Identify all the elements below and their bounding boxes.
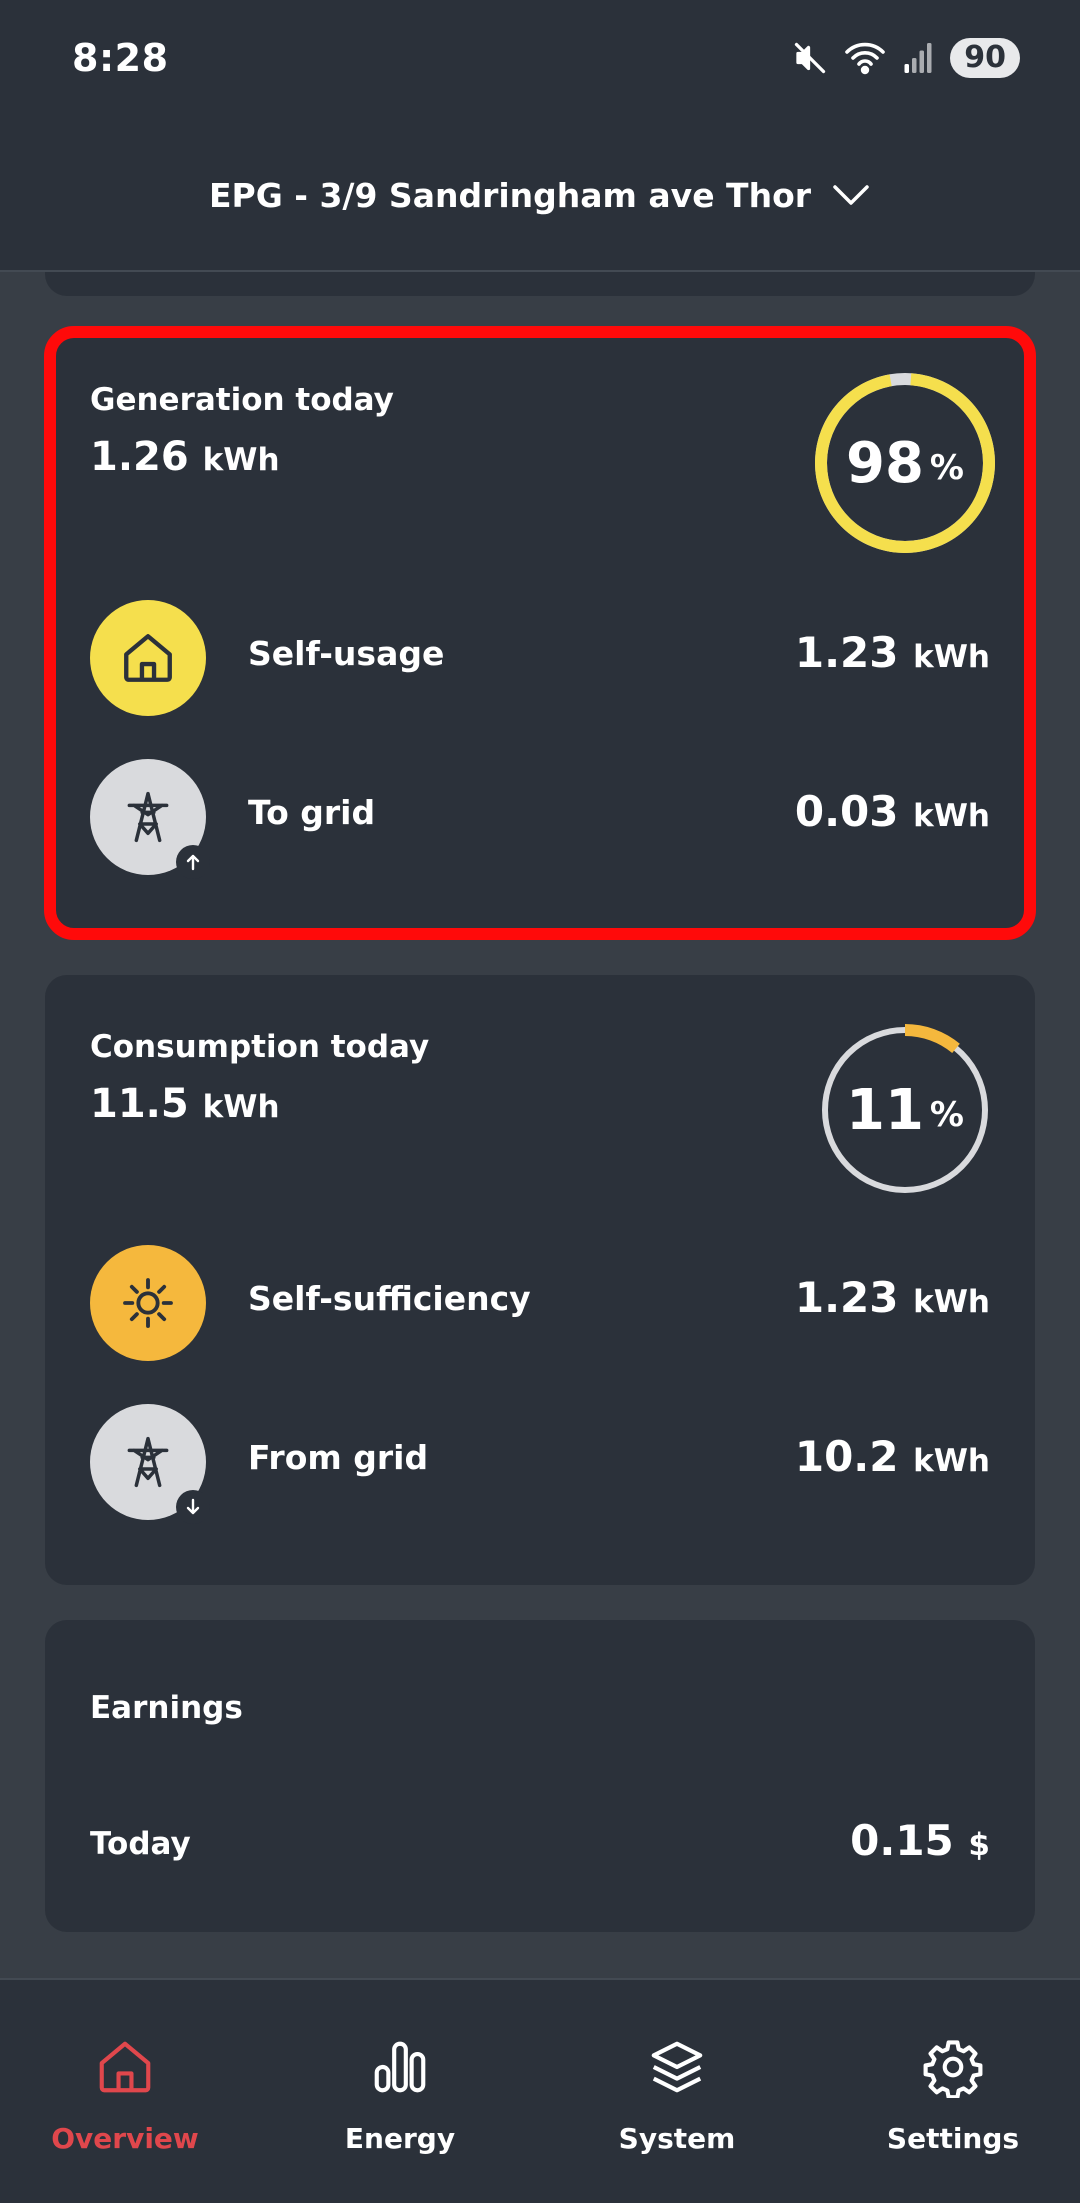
to-grid-icon-bg — [90, 759, 210, 879]
power-tower-icon — [127, 791, 169, 843]
self-sufficiency-unit: kWh — [913, 1284, 990, 1320]
generation-percent-ring: 98% — [810, 368, 1000, 558]
to-grid-unit: kWh — [913, 798, 990, 834]
from-grid-value: 10.2 kWh — [795, 1432, 990, 1481]
earnings-card[interactable]: Earnings Today 0.15 $ — [45, 1620, 1035, 1932]
to-grid-row: To grid 0.03 kWh — [90, 759, 990, 879]
self-sufficiency-value: 1.23 kWh — [795, 1273, 990, 1322]
to-grid-label: To grid — [248, 793, 376, 832]
gear-icon — [923, 2040, 983, 2098]
earnings-amount: 0.15 — [850, 1816, 954, 1865]
from-grid-unit: kWh — [913, 1443, 990, 1479]
from-grid-amount: 10.2 — [794, 1432, 899, 1481]
bottom-nav: Overview Energy System Settings — [0, 1978, 1080, 2203]
consumption-unit: kWh — [202, 1089, 280, 1125]
earnings-today-label: Today — [90, 1826, 191, 1862]
generation-title: Generation today — [90, 382, 394, 418]
generation-card[interactable]: Generation today 1.26 kWh 98% Self-usage… — [45, 338, 1035, 928]
earnings-today-value: 0.15 $ — [850, 1816, 990, 1865]
consumption-percent-label: 11% — [810, 1015, 1000, 1205]
generation-percent-symbol: % — [929, 448, 964, 488]
nav-overview-label: Overview — [51, 2122, 199, 2155]
self-usage-row: Self-usage 1.23 kWh — [90, 600, 990, 716]
from-grid-label: From grid — [248, 1438, 429, 1477]
from-grid-row: From grid 10.2 kWh — [90, 1404, 990, 1524]
nav-overview[interactable]: Overview — [15, 2032, 235, 2155]
status-time: 8:28 — [72, 36, 169, 80]
consumption-card[interactable]: Consumption today 11.5 kWh 11% Self-suff… — [45, 975, 1035, 1585]
self-usage-amount: 1.23 — [794, 628, 899, 677]
consumption-percent-symbol: % — [929, 1095, 964, 1135]
previous-card-edge — [45, 272, 1035, 296]
arrow-up-icon — [176, 845, 210, 879]
generation-unit: kWh — [202, 442, 280, 478]
consumption-value: 11.5 — [90, 1081, 189, 1127]
self-usage-unit: kWh — [913, 639, 990, 675]
battery-indicator: 90 — [950, 38, 1020, 78]
earnings-unit: $ — [968, 1827, 990, 1863]
nav-settings-label: Settings — [886, 2122, 1020, 2155]
generation-total: 1.26 kWh — [90, 434, 280, 480]
self-sufficiency-row: Self-sufficiency 1.23 kWh — [90, 1245, 990, 1361]
self-sufficiency-amount: 1.23 — [794, 1273, 899, 1322]
earnings-title: Earnings — [90, 1690, 243, 1726]
power-tower-icon — [127, 1436, 169, 1488]
self-usage-icon-bg — [90, 600, 206, 716]
layers-icon — [651, 2041, 703, 2093]
arrow-down-icon — [176, 1490, 210, 1524]
self-usage-value: 1.23 kWh — [795, 628, 990, 677]
to-grid-amount: 0.03 — [794, 787, 899, 836]
consumption-title: Consumption today — [90, 1029, 430, 1065]
nav-system-label: System — [618, 2122, 736, 2155]
nav-energy-label: Energy — [344, 2122, 456, 2155]
generation-percent: 98 — [845, 430, 924, 496]
status-icons: 90 — [792, 36, 1020, 80]
house-icon — [124, 634, 172, 682]
wifi-icon — [845, 42, 886, 75]
consumption-percent: 11 — [845, 1077, 924, 1143]
consumption-total: 11.5 kWh — [90, 1081, 280, 1127]
self-sufficiency-label: Self-sufficiency — [248, 1279, 531, 1318]
self-usage-label: Self-usage — [248, 634, 445, 673]
from-grid-icon-bg — [90, 1404, 210, 1524]
to-grid-value: 0.03 kWh — [795, 787, 990, 836]
signal-icon — [904, 43, 932, 73]
generation-percent-label: 98% — [810, 368, 1000, 558]
nav-settings[interactable]: Settings — [843, 2032, 1063, 2155]
nav-system[interactable]: System — [567, 2032, 787, 2155]
status-bar: 8:28 90 — [0, 0, 1080, 120]
chevron-down-icon[interactable] — [831, 183, 871, 207]
house-icon — [99, 2041, 151, 2093]
nav-energy[interactable]: Energy — [290, 2032, 510, 2155]
self-sufficiency-icon-bg — [90, 1245, 206, 1361]
sun-icon — [123, 1278, 173, 1328]
generation-value: 1.26 — [90, 434, 189, 480]
consumption-percent-ring: 11% — [810, 1015, 1000, 1205]
mute-icon — [795, 42, 826, 74]
site-selector[interactable]: EPG - 3/9 Sandringham ave Thor — [0, 120, 1080, 272]
bar-chart-icon — [374, 2041, 426, 2093]
site-name: EPG - 3/9 Sandringham ave Thor — [208, 175, 812, 215]
